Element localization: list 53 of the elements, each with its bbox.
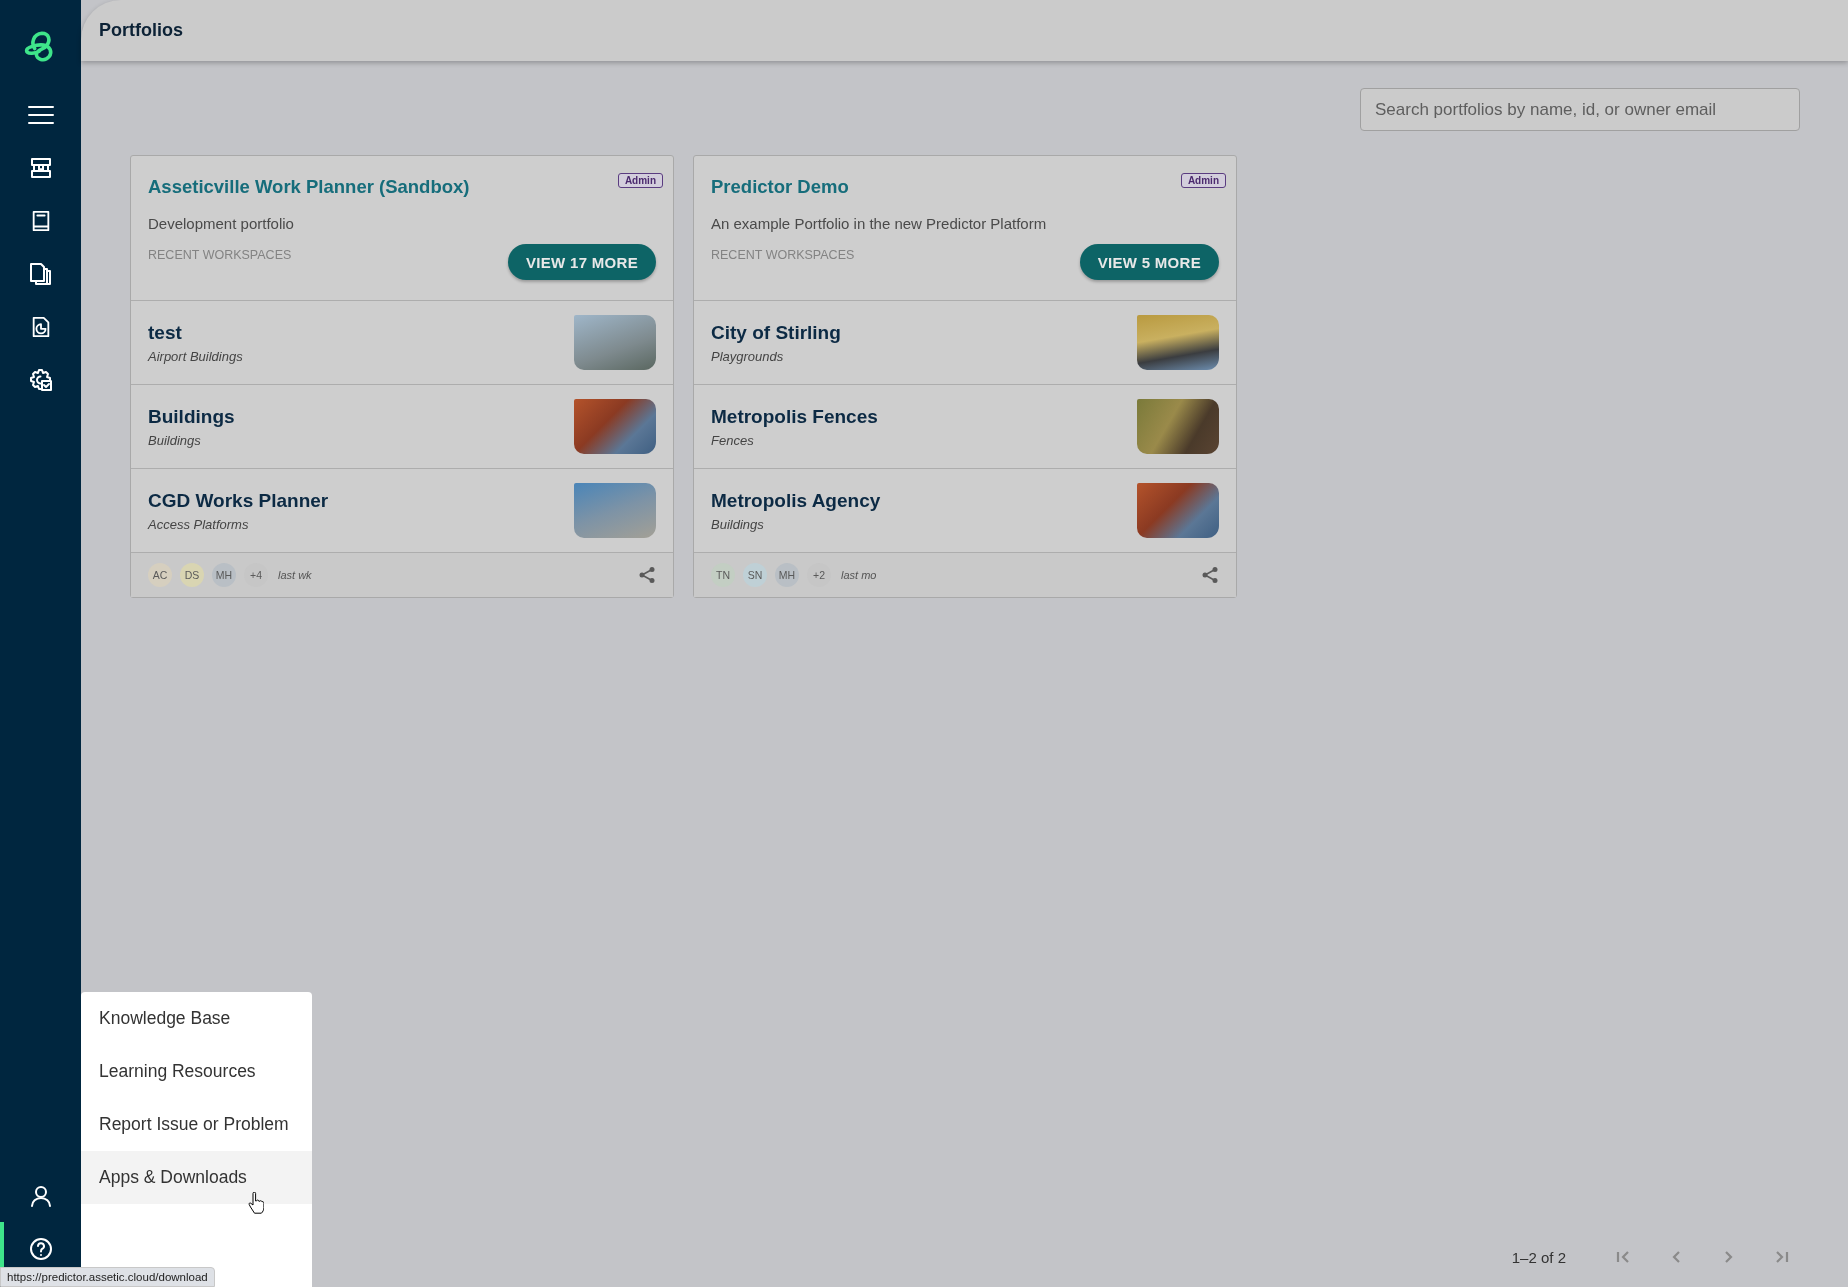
member-avatar: AC [148, 563, 172, 587]
menu-item[interactable]: Apps & Downloads [81, 1151, 312, 1204]
view-more-button[interactable]: VIEW 5 MORE [1079, 244, 1219, 280]
help-icon[interactable] [28, 1236, 53, 1261]
workspace-name: City of Stirling [711, 321, 841, 344]
portfolio-title[interactable]: Predictor Demo [711, 176, 849, 198]
workspace-type: Airport Buildings [148, 348, 243, 364]
link-url-tooltip: https://predictor.assetic.cloud/download [0, 1267, 215, 1287]
workspace-type: Fences [711, 432, 755, 448]
member-avatar: MH [212, 563, 236, 587]
workspace-row[interactable]: test Airport Buildings [131, 301, 673, 385]
workspace-row[interactable]: CGD Works Planner Access Platforms [131, 469, 673, 553]
menu-item[interactable]: Learning Resources [81, 1045, 312, 1098]
view-more-button[interactable]: VIEW 17 MORE [508, 244, 656, 280]
workspace-name: Metropolis Fences [711, 405, 878, 428]
hand-cursor-icon [248, 1192, 264, 1214]
portfolio-description: An example Portfolio in the new Predictor Platform [711, 215, 1048, 232]
workspace-name: Metropolis Agency [711, 489, 881, 512]
workspace-type: Buildings [148, 432, 202, 448]
share-icon[interactable] [1201, 566, 1219, 584]
workspace-row[interactable]: City of Stirling Playgrounds [694, 301, 1236, 385]
member-avatar: DS [180, 563, 204, 587]
role-badge: Admin [617, 173, 663, 188]
section-label: RECENT WORKSPACES [148, 248, 292, 262]
member-avatar: MH [775, 563, 799, 587]
member-avatar: TN [711, 563, 735, 587]
user-icon[interactable] [28, 1183, 53, 1208]
workspace-row[interactable]: Buildings Buildings [131, 385, 673, 469]
member-avatar: SN [743, 563, 767, 587]
last-updated: last mo [841, 569, 877, 581]
menu-item[interactable]: Knowledge Base [81, 992, 312, 1045]
archive-box-icon[interactable] [28, 155, 53, 180]
workspace-name: test [148, 321, 183, 344]
role-badge: Admin [1180, 173, 1226, 188]
portfolio-description: Development portfolio [148, 215, 295, 232]
workspace-type: Access Platforms [148, 516, 250, 532]
last-updated: last wk [278, 569, 312, 581]
page-title: Portfolios [99, 20, 183, 41]
workspace-row[interactable]: Metropolis Agency Buildings [694, 469, 1236, 553]
workspace-type: Buildings [711, 516, 765, 532]
search-field[interactable]: Search portfolios by name, id, or owner email [1360, 88, 1800, 131]
workspace-name: Buildings [148, 405, 235, 428]
menu-icon[interactable] [27, 104, 54, 125]
portfolio-title[interactable]: Asseticville Work Planner (Sandbox) [148, 176, 470, 198]
documents-icon[interactable] [28, 261, 53, 286]
section-label: RECENT WORKSPACES [711, 248, 855, 262]
page-range: 1–2 of 2 [1511, 1248, 1566, 1266]
workspace-name: CGD Works Planner [148, 489, 329, 512]
gear-icon[interactable] [28, 367, 53, 392]
workspace-row[interactable]: Metropolis Fences Fences [694, 385, 1236, 469]
workspace-type: Playgrounds [711, 348, 785, 364]
menu-item[interactable]: Report Issue or Problem [81, 1098, 312, 1151]
share-icon[interactable] [638, 566, 656, 584]
